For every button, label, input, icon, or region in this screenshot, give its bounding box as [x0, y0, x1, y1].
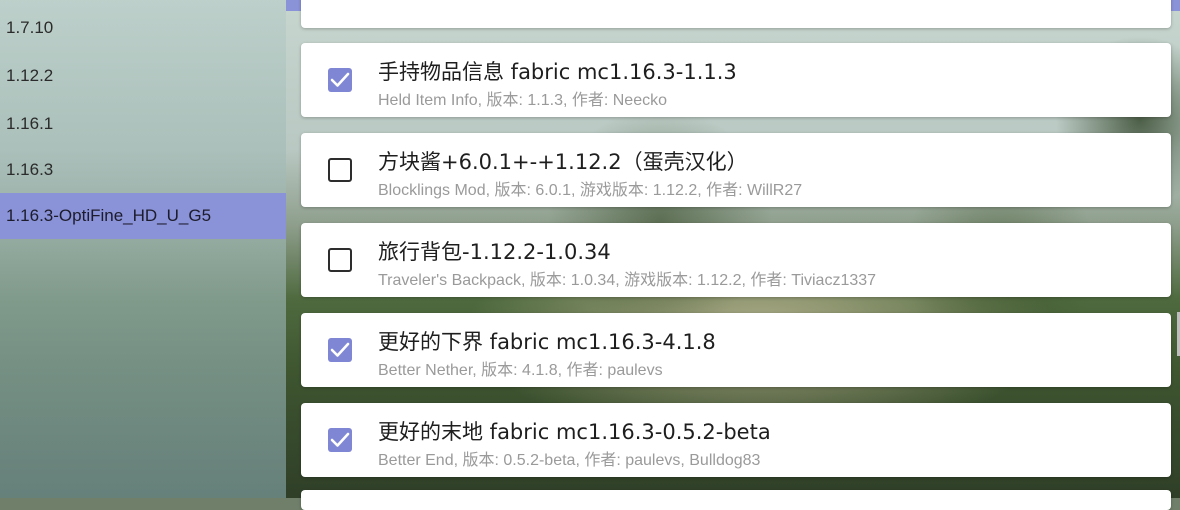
- mod-checkbox[interactable]: [328, 68, 352, 92]
- mod-card[interactable]: 手持物品信息 fabric mc1.16.3-1.1.3 Held Item I…: [301, 43, 1171, 117]
- sidebar-item-label: 1.16.3: [6, 160, 54, 179]
- sidebar-item-1-16-3[interactable]: 1.16.3: [0, 147, 286, 193]
- sidebar-item-1-16-1[interactable]: 1.16.1: [0, 101, 286, 147]
- sidebar-item-1-12-2[interactable]: 1.12.2: [0, 53, 286, 99]
- mod-subtitle: Better Nether, 版本: 4.1.8, 作者: paulevs: [378, 362, 663, 379]
- mod-title: 更好的下界 fabric mc1.16.3-4.1.8: [378, 330, 716, 354]
- mod-subtitle: Traveler's Backpack, 版本: 1.0.34, 游戏版本: 1…: [378, 272, 877, 289]
- mod-checkbox[interactable]: [328, 158, 352, 182]
- sidebar-item-label: 1.7.10: [6, 18, 54, 37]
- mod-checkbox[interactable]: [328, 428, 352, 452]
- mod-title: 旅行背包-1.12.2-1.0.34: [378, 240, 611, 264]
- mod-card[interactable]: 旅行背包-1.12.2-1.0.34 Traveler's Backpack, …: [301, 223, 1171, 297]
- mod-card[interactable]: 更好的末地 fabric mc1.16.3-0.5.2-beta Better …: [301, 403, 1171, 477]
- check-icon: [330, 432, 350, 447]
- mod-checkbox[interactable]: [328, 248, 352, 272]
- check-icon: [330, 342, 350, 357]
- sidebar-item-label: 1.16.3-OptiFine_HD_U_G5: [6, 206, 212, 225]
- mod-card-partial[interactable]: [301, 490, 1171, 510]
- version-sidebar: 1.7.10 1.12.2 1.16.1 1.16.3 1.16.3-OptiF…: [0, 0, 286, 498]
- sidebar-item-1-7-10[interactable]: 1.7.10: [0, 5, 286, 51]
- check-icon: [330, 72, 350, 87]
- mod-card-partial[interactable]: [301, 0, 1171, 28]
- mod-card[interactable]: 更好的下界 fabric mc1.16.3-4.1.8 Better Nethe…: [301, 313, 1171, 387]
- mod-title: 更好的末地 fabric mc1.16.3-0.5.2-beta: [378, 420, 771, 444]
- sidebar-item-label: 1.12.2: [6, 66, 54, 85]
- mod-subtitle: Better End, 版本: 0.5.2-beta, 作者: paulevs,…: [378, 452, 761, 469]
- sidebar-item-1-16-3-optifine[interactable]: 1.16.3-OptiFine_HD_U_G5: [0, 193, 286, 239]
- mod-title: 方块酱+6.0.1+-+1.12.2（蛋壳汉化）: [378, 150, 748, 174]
- mod-subtitle: Blocklings Mod, 版本: 6.0.1, 游戏版本: 1.12.2,…: [378, 182, 803, 199]
- mod-checkbox[interactable]: [328, 338, 352, 362]
- mod-list-panel: 手持物品信息 fabric mc1.16.3-1.1.3 Held Item I…: [286, 0, 1180, 510]
- mod-subtitle: Held Item Info, 版本: 1.1.3, 作者: Neecko: [378, 92, 668, 109]
- mod-card[interactable]: 方块酱+6.0.1+-+1.12.2（蛋壳汉化） Blocklings Mod,…: [301, 133, 1171, 207]
- mod-title: 手持物品信息 fabric mc1.16.3-1.1.3: [378, 60, 737, 84]
- sidebar-item-label: 1.16.1: [6, 114, 54, 133]
